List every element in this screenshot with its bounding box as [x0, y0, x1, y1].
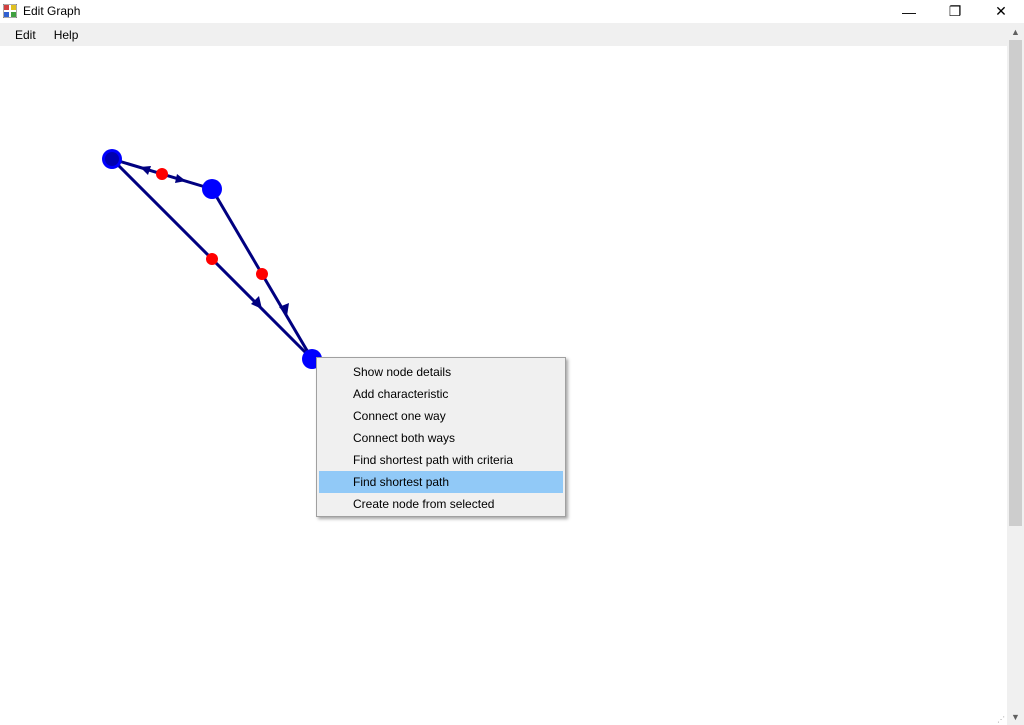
menu-bar: Edit Help [0, 23, 1007, 46]
graph-node-center [105, 152, 119, 166]
edge-midpoint[interactable] [256, 268, 268, 280]
app-icon [2, 3, 18, 19]
vertical-scrollbar[interactable]: ▲ ▼ [1007, 23, 1024, 725]
edge-midpoint[interactable] [206, 253, 218, 265]
scroll-thumb[interactable] [1009, 40, 1022, 526]
scroll-up-icon[interactable]: ▲ [1007, 23, 1024, 40]
minimize-button[interactable]: — [886, 0, 932, 23]
context-menu: Show node details Add characteristic Con… [316, 357, 566, 517]
close-button[interactable]: ✕ [978, 0, 1024, 23]
edge-midpoint[interactable] [156, 168, 168, 180]
menu-find-shortest-path[interactable]: Find shortest path [319, 471, 563, 493]
scroll-down-icon[interactable]: ▼ [1007, 708, 1024, 725]
arrow-head [140, 166, 151, 175]
menu-connect-one-way[interactable]: Connect one way [319, 405, 563, 427]
menu-find-shortest-path-with-criteria[interactable]: Find shortest path with criteria [319, 449, 563, 471]
menu-add-characteristic[interactable]: Add characteristic [319, 383, 563, 405]
menu-create-node-from-selected[interactable]: Create node from selected [319, 493, 563, 515]
resize-grip-icon[interactable]: ⋰ [997, 715, 1005, 724]
menu-help[interactable]: Help [45, 25, 88, 45]
window-title: Edit Graph [23, 4, 81, 18]
title-bar: Edit Graph — ❐ ✕ [0, 0, 1024, 23]
menu-connect-both-ways[interactable]: Connect both ways [319, 427, 563, 449]
maximize-button[interactable]: ❐ [932, 0, 978, 23]
menu-show-node-details[interactable]: Show node details [319, 361, 563, 383]
menu-edit[interactable]: Edit [6, 25, 45, 45]
graph-node[interactable] [202, 179, 222, 199]
